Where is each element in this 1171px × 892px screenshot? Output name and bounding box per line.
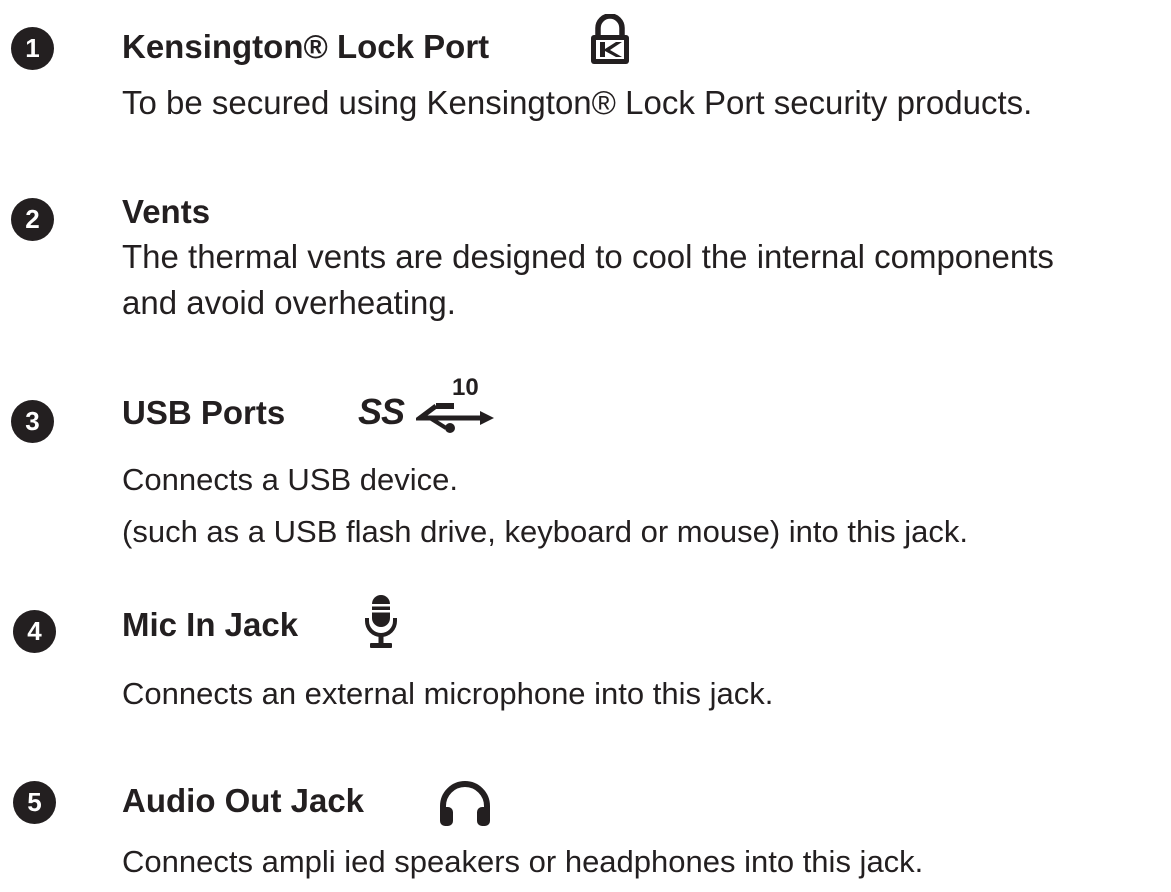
item-title-usb-ports: USB Ports xyxy=(122,394,286,431)
usb-ss-logo-text: SS xyxy=(358,391,405,432)
item-number-badge: 2 xyxy=(11,198,54,241)
microphone-icon xyxy=(363,593,399,653)
item-number-badge: 3 xyxy=(11,400,54,443)
headphones-icon xyxy=(437,780,493,828)
kensington-lock-icon xyxy=(588,14,632,66)
item-description-line: The thermal vents are designed to cool t… xyxy=(122,238,1054,275)
usb-ss-logo-number: 10 xyxy=(452,374,479,401)
item-description-line: To be secured using Kensington® Lock Por… xyxy=(122,84,1033,121)
item-title-vents: Vents xyxy=(122,193,211,230)
item-number-badge: 1 xyxy=(11,27,54,70)
item-description-line: (such as a USB flash drive, keyboard or … xyxy=(122,514,968,549)
item-number-badge: 5 xyxy=(13,781,56,824)
item-description-line: and avoid overheating. xyxy=(122,284,456,321)
usb-superspeed-10-icon: SS 10 xyxy=(358,374,498,436)
item-title-mic-in-jack: Mic In Jack xyxy=(122,606,299,643)
item-number-badge: 4 xyxy=(13,610,56,653)
item-description-line: Connects an external microphone into thi… xyxy=(122,676,774,711)
item-title-audio-out-jack: Audio Out Jack xyxy=(122,782,365,819)
item-description-line: Connects a USB device. xyxy=(122,462,459,497)
item-title-kensington-lock-port: Kensington® Lock Port xyxy=(122,28,490,65)
item-description-line: Connects ampli ied speakers or headphone… xyxy=(122,844,924,879)
